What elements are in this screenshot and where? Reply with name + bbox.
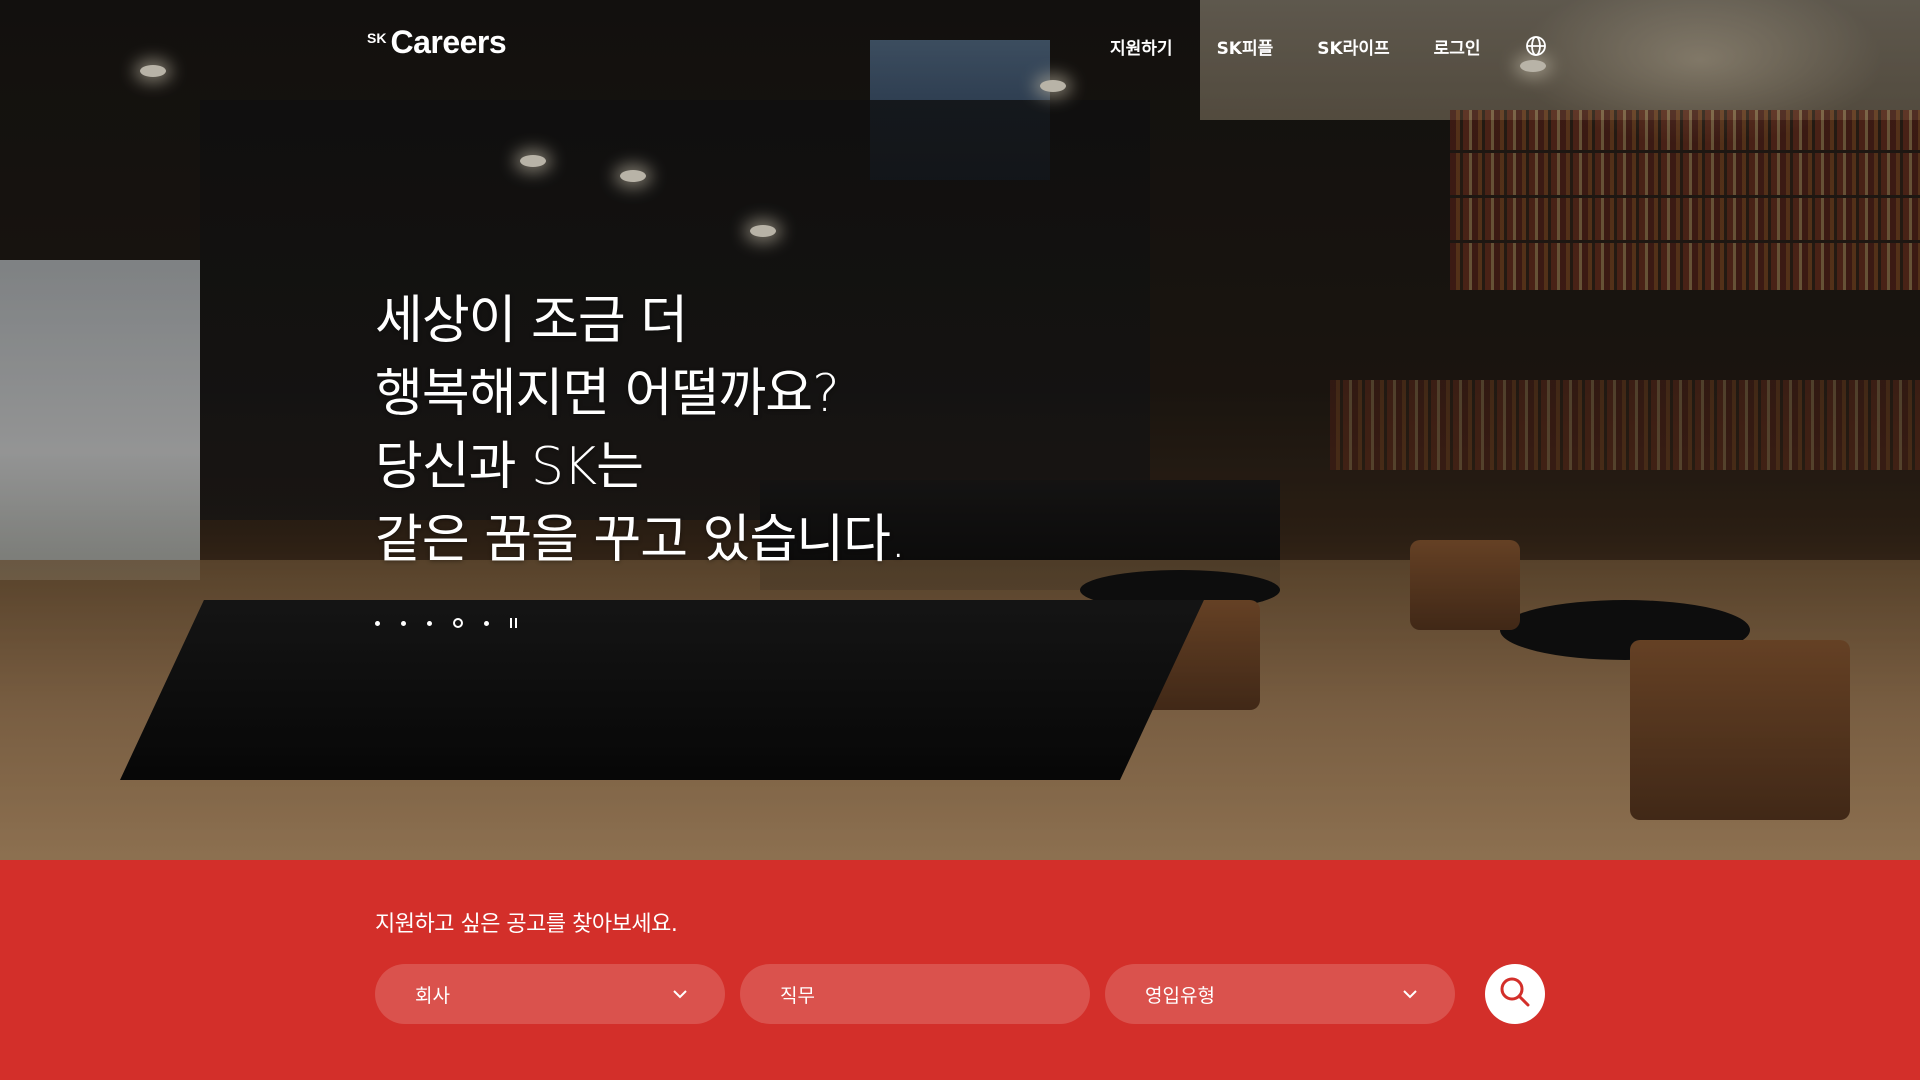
pause-icon[interactable] [510, 618, 517, 628]
chevron-down-icon [1403, 986, 1417, 1000]
logo-prefix: SK [367, 30, 387, 46]
nav-sk-life[interactable]: SK라이프 [1317, 34, 1389, 59]
headline-line-1: 세상이 조금 더 [375, 291, 688, 351]
headline-line-2: 행복해지면 어떨까요? [375, 364, 840, 424]
slide-dot-2[interactable] [401, 620, 406, 626]
nav-sk-people[interactable]: SK피플 [1217, 34, 1274, 59]
job-search-section: 지원하고 싶은 공고를 찾아보세요. 회사 직무 영입유형 [0, 860, 1920, 1080]
slide-dot-3[interactable] [427, 620, 432, 626]
slide-dot-5[interactable] [484, 620, 489, 626]
slide-dot-4-active[interactable] [453, 618, 463, 628]
nav-apply[interactable]: 지원하기 [1110, 34, 1173, 59]
logo-word: Careers [390, 24, 507, 60]
company-select-label: 회사 [415, 984, 450, 1007]
job-input-label: 직무 [780, 984, 815, 1007]
site-header: SK Careers 지원하기 SK피플 SK라이프 로그인 [0, 0, 1920, 90]
slide-pager [375, 618, 517, 628]
recruit-type-select[interactable]: 영입유형 [1105, 964, 1455, 1024]
headline-line-4: 같은 꿈을 꾸고 있습니다. [375, 510, 907, 570]
main-nav: 지원하기 SK피플 SK라이프 로그인 [1110, 34, 1547, 59]
hero-overlay [0, 0, 1920, 860]
chevron-down-icon [673, 986, 687, 1000]
sk-careers-logo[interactable]: SK Careers [367, 24, 507, 61]
job-input[interactable]: 직무 [740, 964, 1090, 1024]
hero-headline: 세상이 조금 더 행복해지면 어떨까요? 당신과 SK는 같은 꿈을 꾸고 있습… [375, 285, 907, 577]
nav-login[interactable]: 로그인 [1434, 34, 1481, 59]
recruit-type-select-label: 영입유형 [1145, 984, 1215, 1007]
globe-icon[interactable] [1525, 35, 1547, 57]
slide-dot-1[interactable] [375, 620, 380, 626]
hero-background-image [0, 0, 1920, 860]
search-button[interactable] [1485, 964, 1545, 1024]
headline-line-3: 당신과 SK는 [375, 437, 644, 497]
search-icon [1499, 976, 1531, 1012]
company-select[interactable]: 회사 [375, 964, 725, 1024]
search-title: 지원하고 싶은 공고를 찾아보세요. [375, 912, 678, 937]
